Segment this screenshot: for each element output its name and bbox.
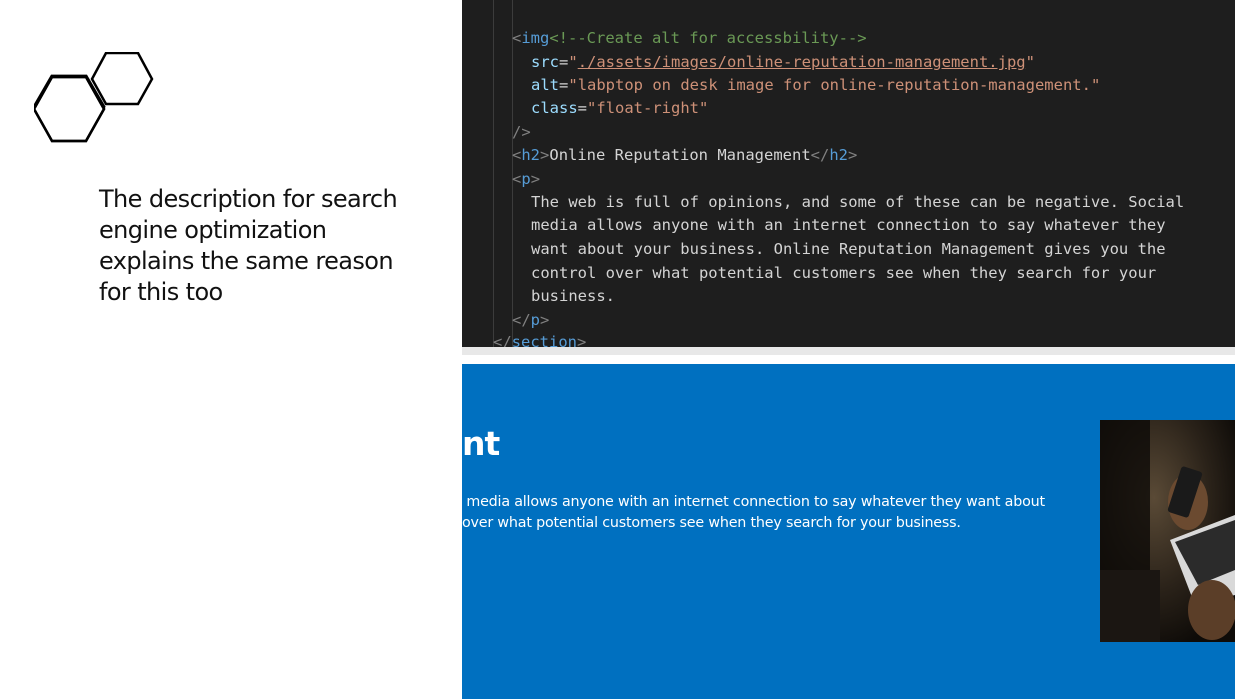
class-attr: class	[531, 99, 578, 117]
code-line-img-open: <img	[512, 29, 550, 47]
self-close: />	[512, 123, 531, 141]
preview-line: media allows anyone with an internet con…	[462, 494, 1045, 510]
code-editor: <!--Create alt for accessbility--> <img …	[462, 0, 1235, 347]
screenshot-divider-gap	[462, 355, 1235, 364]
src-link[interactable]: ./assets/images/online-reputation-manage…	[578, 53, 1026, 71]
code-line-comment: <!--Create alt for accessbility-->	[512, 2, 866, 47]
code-line-p-text: business.	[531, 287, 615, 305]
h2-tag-open: h2	[521, 146, 541, 164]
code-line-alt: alt="labptop on desk image for online-re…	[531, 76, 1101, 94]
slide-text-line: engine optimization	[99, 216, 327, 244]
html-comment: <!--Create alt for accessbility-->	[549, 29, 867, 47]
code-line-p-text: The web is full of opinions, and some of…	[531, 193, 1185, 211]
photo-illustration	[1100, 420, 1235, 642]
preview-heading: nt	[462, 424, 500, 463]
code-line-p-close: </p>	[512, 311, 550, 329]
preview-paragraph: media allows anyone with an internet con…	[462, 492, 1082, 534]
alt-value: labptop on desk image for online-reputat…	[577, 76, 1091, 94]
code-line-h2: <h2>Online Reputation Management</h2>	[512, 146, 858, 164]
code-line-src: src="./assets/images/online-reputation-m…	[531, 53, 1035, 71]
code-line-section-close: </section>	[493, 330, 586, 347]
website-preview: nt media allows anyone with an internet …	[462, 364, 1235, 699]
code-line-p-text: want about your business. Online Reputat…	[531, 240, 1166, 258]
code-line-p-open: <p>	[512, 170, 541, 188]
img-tag-name: img	[521, 29, 550, 47]
code-line-p-text: control over what potential customers se…	[531, 264, 1157, 282]
slide-text-line: for this too	[99, 278, 223, 306]
h2-tag-close: h2	[829, 146, 848, 164]
slide-text-line: explains the same reason	[99, 247, 394, 275]
class-value: float-right	[596, 99, 700, 117]
alt-attr: alt	[531, 76, 559, 94]
indent-guide	[493, 0, 494, 347]
laptop-phone-photo	[1100, 420, 1235, 642]
src-attr: src	[531, 53, 559, 71]
code-line-class: class="float-right"	[531, 99, 709, 117]
hexagon-icon	[34, 52, 154, 143]
code-line-p-text: media allows anyone with an internet con…	[531, 216, 1166, 234]
p-tag-close: p	[530, 311, 541, 329]
preview-line: over what potential customers see when t…	[462, 515, 961, 531]
code-line-self-close: />	[512, 120, 531, 144]
section-tag-close: section	[511, 333, 577, 347]
h2-text: Online Reputation Management	[549, 146, 811, 164]
p-tag-open: p	[521, 170, 531, 188]
slide-text-line: The description for search	[99, 185, 398, 213]
slide-body-text: The description for search engine optimi…	[99, 184, 429, 308]
